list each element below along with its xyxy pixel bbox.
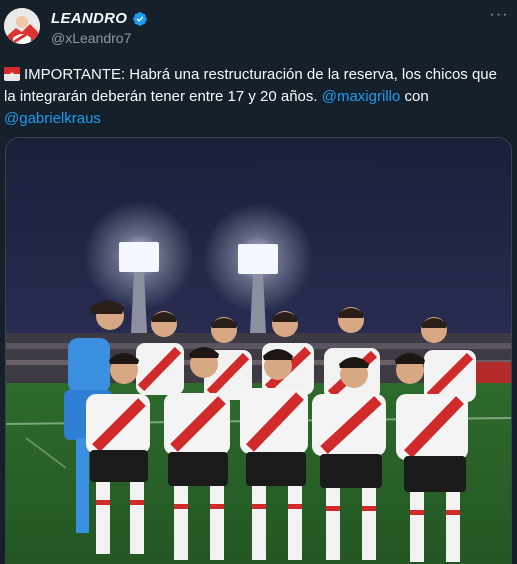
svg-text:✶: ✶: [9, 70, 16, 79]
mention-link-1[interactable]: @maxigrillo: [322, 88, 401, 105]
mention-link-2[interactable]: @gabrielkraus: [4, 110, 101, 127]
avatar-image: [4, 8, 40, 44]
handle[interactable]: @xLeandro7: [51, 30, 131, 46]
flag-emoji-icon: ✶: [4, 67, 20, 81]
tweet-text-connector: con: [404, 88, 429, 105]
tweet-photo[interactable]: [5, 137, 512, 564]
avatar[interactable]: [4, 8, 40, 44]
tweet-text: ✶ IMPORTANTE: Habrá una restructuración …: [4, 64, 509, 130]
display-name[interactable]: LEANDRO: [51, 10, 127, 27]
more-dots-icon[interactable]: ···: [489, 7, 509, 26]
tweet: LEANDRO @xLeandro7 ··· ✶ IMPORTANTE: Hab…: [0, 0, 517, 564]
team-photo-image: [6, 138, 511, 564]
verified-badge-icon: [133, 11, 148, 26]
author-name-row: LEANDRO: [51, 10, 148, 27]
